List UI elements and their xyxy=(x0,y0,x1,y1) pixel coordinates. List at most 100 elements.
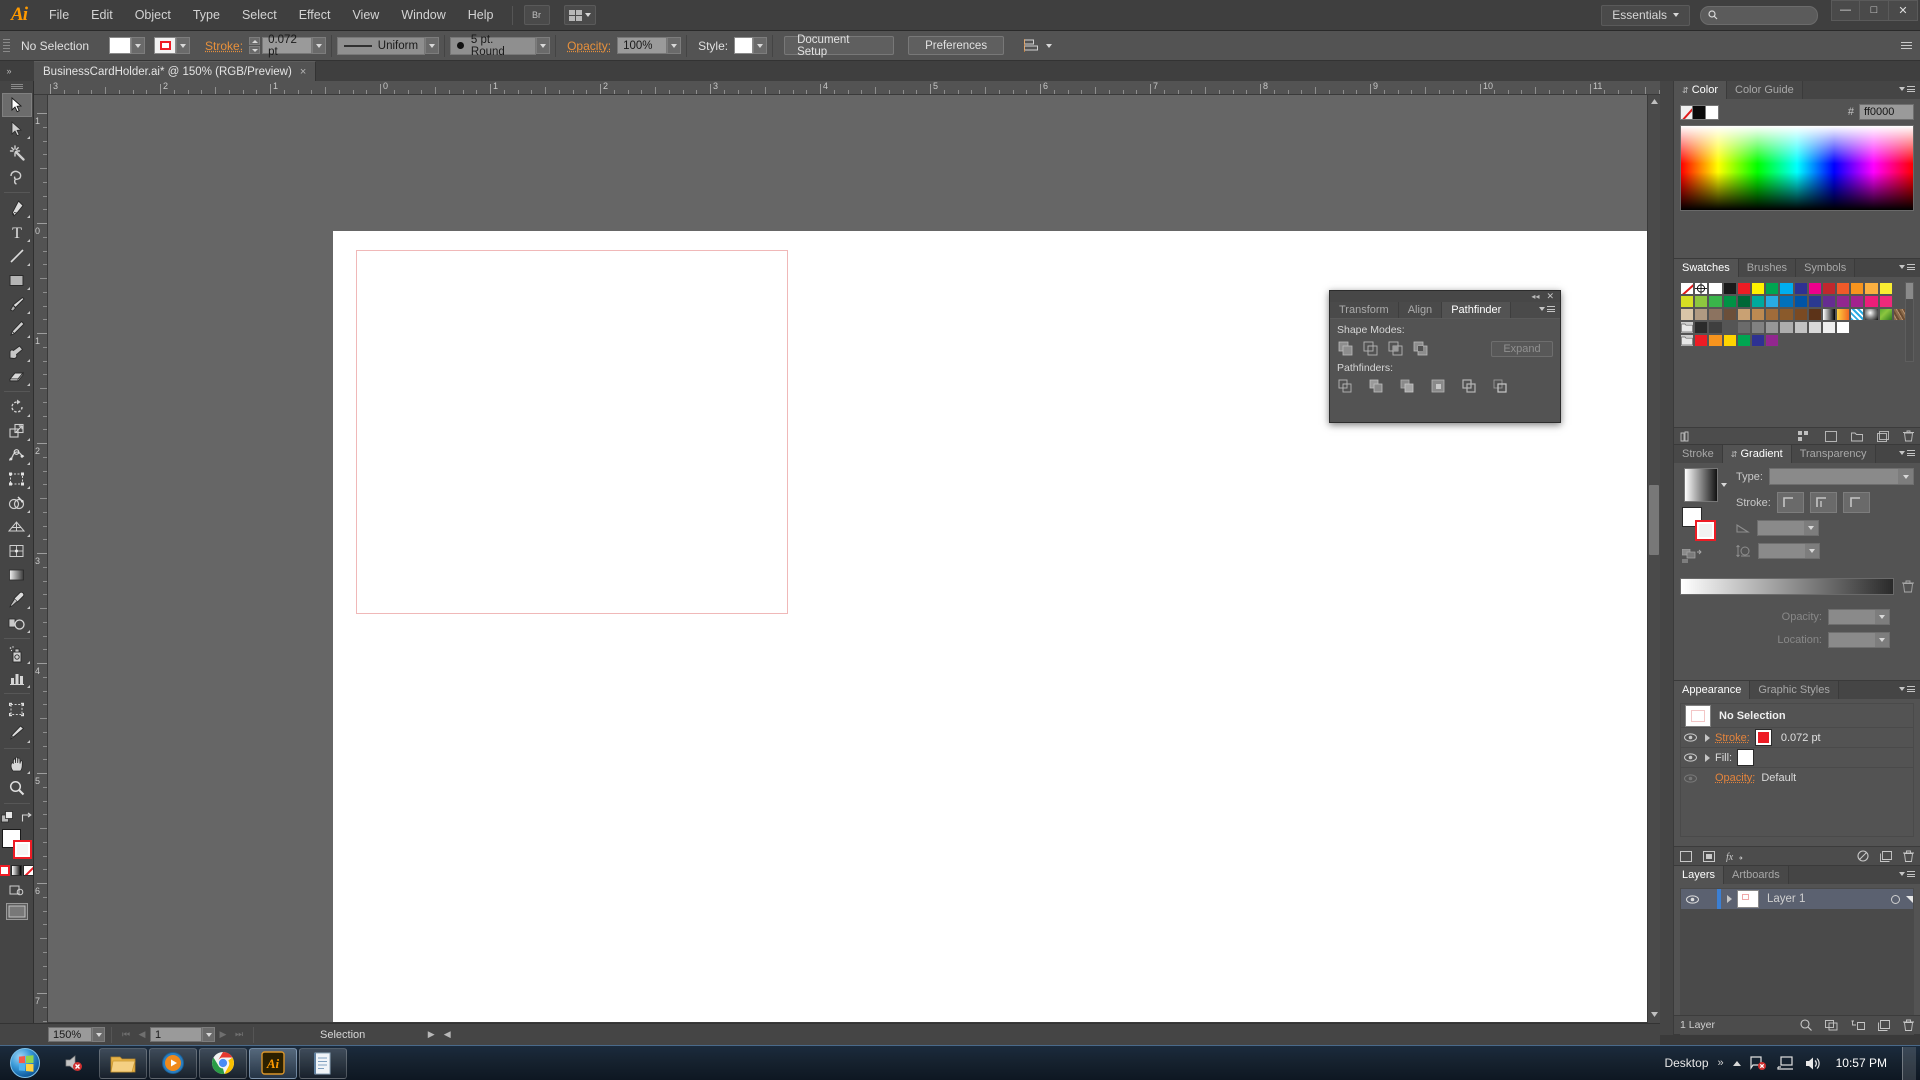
swatch-pattern-ball[interactable] xyxy=(1864,308,1879,321)
google-chrome-button[interactable] xyxy=(199,1047,247,1079)
delete-stop-icon[interactable] xyxy=(1902,580,1914,593)
stroke-weight-dropdown[interactable] xyxy=(312,37,327,54)
stroke-color-swatch[interactable] xyxy=(154,37,177,54)
menu-edit[interactable]: Edit xyxy=(80,0,124,31)
close-button[interactable]: ✕ xyxy=(1889,0,1918,21)
stroke-weight-value[interactable]: 0.072 pt xyxy=(1781,732,1821,744)
collapse-icon[interactable]: ◂◂ xyxy=(1531,292,1539,301)
first-artboard-button[interactable]: ⏮ xyxy=(118,1026,134,1044)
delete-layer-icon[interactable] xyxy=(1903,1019,1914,1031)
swatch-cell[interactable] xyxy=(1793,321,1808,334)
swatch-libraries-icon[interactable] xyxy=(1680,431,1693,442)
swatch-cell[interactable] xyxy=(1779,308,1794,321)
vertical-ruler[interactable]: 101234567 xyxy=(34,95,48,1035)
screen-mode-button[interactable] xyxy=(5,903,28,920)
stroke-label[interactable]: Stroke: xyxy=(1715,732,1750,744)
dock-collapse-strip[interactable] xyxy=(1660,81,1674,1035)
align-dropdown-arrow[interactable] xyxy=(1046,43,1053,48)
expand-arrow-icon[interactable] xyxy=(1699,753,1715,762)
pathfinder-panel[interactable]: ◂◂ ✕ Transform Align Pathfinder Shape Mo… xyxy=(1329,290,1561,423)
artboard-tool[interactable] xyxy=(2,697,32,721)
swatch-cell[interactable] xyxy=(1878,282,1893,295)
reverse-gradient-icon[interactable] xyxy=(1682,549,1704,564)
tab-symbols[interactable]: Symbols xyxy=(1796,259,1856,277)
panel-menu-icon[interactable] xyxy=(1899,264,1915,270)
delete-item-icon[interactable] xyxy=(1903,850,1914,862)
rectangle-tool[interactable] xyxy=(2,268,32,292)
action-center-icon[interactable] xyxy=(49,1048,97,1079)
shape-builder-tool[interactable] xyxy=(2,491,32,515)
scale-tool[interactable] xyxy=(2,419,32,443)
column-graph-tool[interactable] xyxy=(2,666,32,690)
menu-file[interactable]: File xyxy=(38,0,80,31)
opacity-label[interactable]: Opacity: xyxy=(561,39,617,53)
stroke-swatch[interactable] xyxy=(12,840,32,859)
swatch-cell[interactable] xyxy=(1779,282,1794,295)
notepad-button[interactable] xyxy=(299,1047,347,1079)
color-spectrum[interactable] xyxy=(1680,125,1914,211)
add-new-stroke-icon[interactable] xyxy=(1680,850,1692,862)
status-resize-arrow[interactable]: ◀ xyxy=(439,1026,455,1044)
outline-button[interactable] xyxy=(1461,378,1478,395)
swatch-cell[interactable] xyxy=(1836,321,1851,334)
control-bar-menu[interactable] xyxy=(1901,42,1912,49)
swatch-cell[interactable] xyxy=(1708,308,1723,321)
stroke-profile-select[interactable]: Uniform xyxy=(337,36,426,55)
fill-color-swatch[interactable] xyxy=(109,37,132,54)
white-swatch[interactable] xyxy=(1706,104,1719,120)
panel-menu-icon[interactable] xyxy=(1899,686,1915,692)
brush-definition-select[interactable]: 5 pt. Round xyxy=(450,34,537,58)
menu-type[interactable]: Type xyxy=(182,0,231,31)
tab-graphic-styles[interactable]: Graphic Styles xyxy=(1750,681,1839,699)
scroll-down-arrow[interactable] xyxy=(1648,1008,1660,1021)
layer-target-circle[interactable] xyxy=(1891,894,1900,904)
gradient-presets-arrow[interactable] xyxy=(1720,483,1727,487)
symbol-sprayer-tool[interactable] xyxy=(2,642,32,666)
minimize-button[interactable]: — xyxy=(1831,0,1860,21)
swatch-cell[interactable] xyxy=(1708,321,1723,334)
swatch-cell[interactable] xyxy=(1736,321,1751,334)
perspective-grid-tool[interactable] xyxy=(2,515,32,539)
selection-tool[interactable] xyxy=(1,93,32,117)
eraser-tool[interactable] xyxy=(2,364,32,388)
swatch-cell[interactable] xyxy=(1694,295,1709,308)
new-swatch-icon[interactable] xyxy=(1877,430,1889,442)
swatch-cell[interactable] xyxy=(1750,295,1766,308)
swatch-registration[interactable] xyxy=(1694,282,1709,295)
layer-expand-arrow[interactable] xyxy=(1721,895,1737,903)
document-tab[interactable]: BusinessCardHolder.ai* @ 150% (RGB/Previ… xyxy=(34,61,317,81)
swatch-cell[interactable] xyxy=(1694,334,1709,347)
panel-menu-icon[interactable] xyxy=(1899,871,1915,877)
minus-back-button[interactable] xyxy=(1492,378,1509,395)
lasso-tool[interactable] xyxy=(2,165,32,189)
last-artboard-button[interactable]: ⏭ xyxy=(231,1026,247,1044)
blend-tool[interactable] xyxy=(2,611,32,635)
gradient-tool[interactable] xyxy=(2,563,32,587)
swatch-color-group[interactable] xyxy=(1680,334,1695,347)
swatch-cell[interactable] xyxy=(1807,308,1822,321)
swatch-gradient-orange[interactable] xyxy=(1836,308,1851,321)
tab-transparency[interactable]: Transparency xyxy=(1791,445,1876,463)
tab-transform[interactable]: Transform xyxy=(1330,302,1399,318)
layer-name[interactable]: Layer 1 xyxy=(1767,893,1805,905)
swatch-cell[interactable] xyxy=(1680,295,1695,308)
adobe-illustrator-button[interactable]: Ai xyxy=(249,1047,297,1079)
tab-appearance[interactable]: Appearance xyxy=(1674,681,1751,699)
stroke-weight-label[interactable]: Stroke: xyxy=(199,39,249,53)
gradient-angle-field[interactable] xyxy=(1757,520,1819,536)
clear-appearance-icon[interactable] xyxy=(1857,850,1869,862)
menu-window[interactable]: Window xyxy=(390,0,456,31)
minus-front-button[interactable] xyxy=(1362,340,1379,357)
gradient-stroke-swatch[interactable] xyxy=(1695,520,1716,541)
swatch-pattern-leaf[interactable] xyxy=(1878,308,1893,321)
crop-button[interactable] xyxy=(1430,378,1447,395)
pathfinder-title-bar[interactable]: ◂◂ ✕ xyxy=(1330,291,1560,302)
gradient-preview[interactable] xyxy=(1683,468,1718,502)
pencil-tool[interactable] xyxy=(2,316,32,340)
style-dropdown[interactable] xyxy=(753,37,768,54)
swatch-cell[interactable] xyxy=(1850,295,1865,308)
clock[interactable]: 10:57 PM xyxy=(1836,1056,1887,1070)
visibility-icon[interactable] xyxy=(1681,753,1699,762)
new-color-group-icon[interactable] xyxy=(1851,431,1863,442)
width-tool[interactable] xyxy=(2,443,32,467)
